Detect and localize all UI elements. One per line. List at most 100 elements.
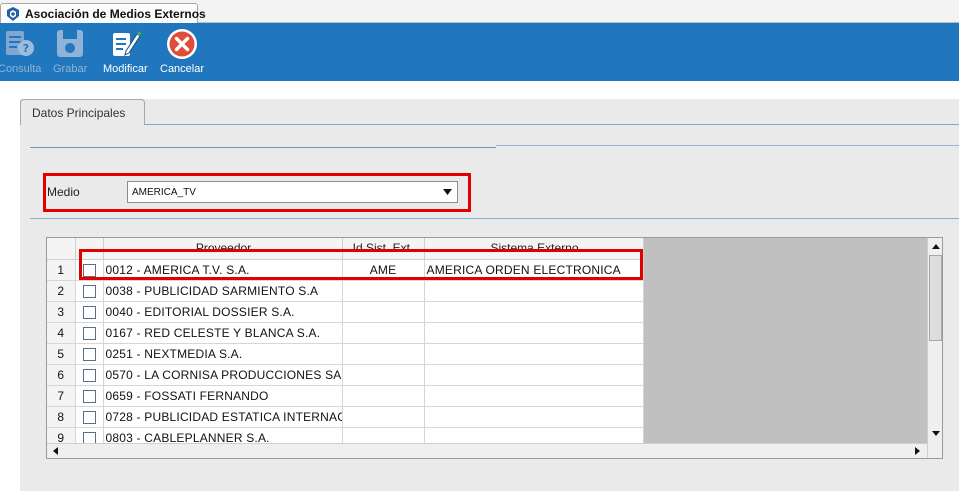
row-checkbox[interactable]	[75, 364, 104, 386]
scroll-right-arrow-icon[interactable]	[910, 444, 924, 458]
row-number: 5	[47, 343, 76, 365]
checkbox[interactable]	[82, 305, 96, 319]
row-number: 8	[47, 406, 76, 428]
row-number: 2	[47, 280, 76, 302]
document-tab-title: Asociación de Medios Externos	[25, 6, 206, 21]
chevron-down-icon[interactable]	[437, 182, 457, 202]
row-checkbox[interactable]	[75, 280, 104, 302]
cell-id-sist-ext[interactable]: AME	[342, 259, 425, 281]
column-header-sistema-externo[interactable]: Sistema Externo	[424, 238, 644, 260]
row-checkbox[interactable]	[75, 259, 104, 281]
consulta-button[interactable]: ? Consulta	[0, 27, 41, 75]
table-row[interactable]: 8 0728 - PUBLICIDAD ESTATICA INTERNAC	[47, 406, 644, 428]
table-row[interactable]: 7 0659 - FOSSATI FERNANDO	[47, 385, 644, 407]
scroll-up-arrow-icon[interactable]	[929, 239, 942, 253]
cell-sistema-externo[interactable]	[424, 322, 644, 344]
svg-text:?: ?	[23, 42, 29, 55]
cell-sistema-externo[interactable]	[424, 343, 644, 365]
tab-strip: Asociación de Medios Externos	[0, 0, 959, 23]
grid-empty-area	[643, 238, 927, 458]
cell-id-sist-ext[interactable]	[342, 406, 425, 428]
checkbox[interactable]	[82, 263, 96, 277]
table-row[interactable]: 5 0251 - NEXTMEDIA S.A.	[47, 343, 644, 365]
cancelar-label: Cancelar	[160, 63, 205, 75]
cell-proveedor[interactable]: 0570 - LA CORNISA PRODUCCIONES SA	[103, 364, 343, 386]
row-number: 4	[47, 322, 76, 344]
cell-id-sist-ext[interactable]	[342, 364, 425, 386]
row-number: 7	[47, 385, 76, 407]
horizontal-scrollbar[interactable]	[47, 443, 927, 458]
cell-sistema-externo[interactable]	[424, 280, 644, 302]
grid-header-row: Proveedor Id Sist. Ext. Sistema Externo	[47, 238, 644, 260]
tab-datos-principales[interactable]: Datos Principales	[20, 99, 145, 125]
column-header-proveedor[interactable]: Proveedor	[103, 238, 343, 260]
cell-id-sist-ext[interactable]	[342, 385, 425, 407]
vertical-scroll-thumb[interactable]	[929, 255, 942, 341]
cell-id-sist-ext[interactable]	[342, 280, 425, 302]
cell-proveedor[interactable]: 0659 - FOSSATI FERNANDO	[103, 385, 343, 407]
cell-sistema-externo[interactable]	[424, 406, 644, 428]
checkbox[interactable]	[82, 389, 96, 403]
cell-proveedor[interactable]: 0167 - RED CELESTE Y BLANCA S.A.	[103, 322, 343, 344]
table-row[interactable]: 3 0040 - EDITORIAL DOSSIER S.A.	[47, 301, 644, 323]
table-row[interactable]: 1 0012 - AMERICA T.V. S.A. AME AMERICA O…	[47, 259, 644, 281]
proveedores-grid: Proveedor Id Sist. Ext. Sistema Externo …	[46, 237, 943, 459]
edit-pencil-icon	[108, 27, 142, 61]
table-row[interactable]: 4 0167 - RED CELESTE Y BLANCA S.A.	[47, 322, 644, 344]
medio-label: Medio	[47, 185, 80, 199]
modificar-button[interactable]: Modificar	[103, 27, 148, 75]
row-checkbox[interactable]	[75, 406, 104, 428]
toolbar: ? Consulta Grabar Modificar Cancelar	[0, 23, 959, 81]
cell-proveedor[interactable]: 0012 - AMERICA T.V. S.A.	[103, 259, 343, 281]
grabar-button[interactable]: Grabar	[53, 27, 87, 75]
grabar-label: Grabar	[53, 63, 88, 75]
cell-proveedor[interactable]: 0038 - PUBLICIDAD SARMIENTO S.A	[103, 280, 343, 302]
consulta-label: Consulta	[0, 63, 42, 75]
cell-sistema-externo[interactable]	[424, 385, 644, 407]
divider	[30, 218, 959, 219]
row-checkbox[interactable]	[75, 385, 104, 407]
vertical-scrollbar[interactable]	[927, 238, 942, 458]
cancel-x-icon	[165, 27, 199, 61]
checkbox[interactable]	[82, 368, 96, 382]
row-number-header	[47, 238, 76, 260]
scroll-left-arrow-icon[interactable]	[48, 444, 62, 458]
cell-id-sist-ext[interactable]	[342, 301, 425, 323]
checkbox[interactable]	[82, 326, 96, 340]
document-tab[interactable]: Asociación de Medios Externos	[0, 3, 206, 23]
medio-select[interactable]: AMERICA_TV	[127, 181, 458, 203]
row-checkbox[interactable]	[75, 322, 104, 344]
tab-underline	[145, 124, 959, 125]
cell-proveedor[interactable]: 0728 - PUBLICIDAD ESTATICA INTERNAC	[103, 406, 343, 428]
checkbox-header	[75, 238, 104, 260]
cell-id-sist-ext[interactable]	[342, 343, 425, 365]
row-number: 6	[47, 364, 76, 386]
query-document-icon: ?	[3, 27, 37, 61]
table-row[interactable]: 2 0038 - PUBLICIDAD SARMIENTO S.A	[47, 280, 644, 302]
main-area: Datos Principales Medio AMERICA_TV Prove…	[0, 81, 959, 491]
cell-proveedor[interactable]: 0251 - NEXTMEDIA S.A.	[103, 343, 343, 365]
column-header-id-sist-ext[interactable]: Id Sist. Ext.	[342, 238, 425, 260]
checkbox[interactable]	[82, 410, 96, 424]
row-checkbox[interactable]	[75, 301, 104, 323]
divider	[496, 145, 959, 146]
scroll-down-arrow-icon[interactable]	[929, 426, 942, 440]
medio-selected-value: AMERICA_TV	[132, 187, 196, 198]
row-checkbox[interactable]	[75, 343, 104, 365]
app-logo-icon	[5, 6, 21, 22]
cancelar-button[interactable]: Cancelar	[160, 27, 204, 75]
divider	[30, 147, 496, 148]
modificar-label: Modificar	[103, 63, 148, 75]
checkbox[interactable]	[82, 347, 96, 361]
cell-sistema-externo[interactable]: AMERICA ORDEN ELECTRONICA	[424, 259, 644, 281]
save-disk-icon	[53, 27, 87, 61]
cell-proveedor[interactable]: 0040 - EDITORIAL DOSSIER S.A.	[103, 301, 343, 323]
row-number: 1	[47, 259, 76, 281]
checkbox[interactable]	[82, 284, 96, 298]
cell-sistema-externo[interactable]	[424, 301, 644, 323]
cell-id-sist-ext[interactable]	[342, 322, 425, 344]
cell-sistema-externo[interactable]	[424, 364, 644, 386]
grid-table: Proveedor Id Sist. Ext. Sistema Externo …	[47, 238, 644, 458]
row-number: 3	[47, 301, 76, 323]
table-row[interactable]: 6 0570 - LA CORNISA PRODUCCIONES SA	[47, 364, 644, 386]
